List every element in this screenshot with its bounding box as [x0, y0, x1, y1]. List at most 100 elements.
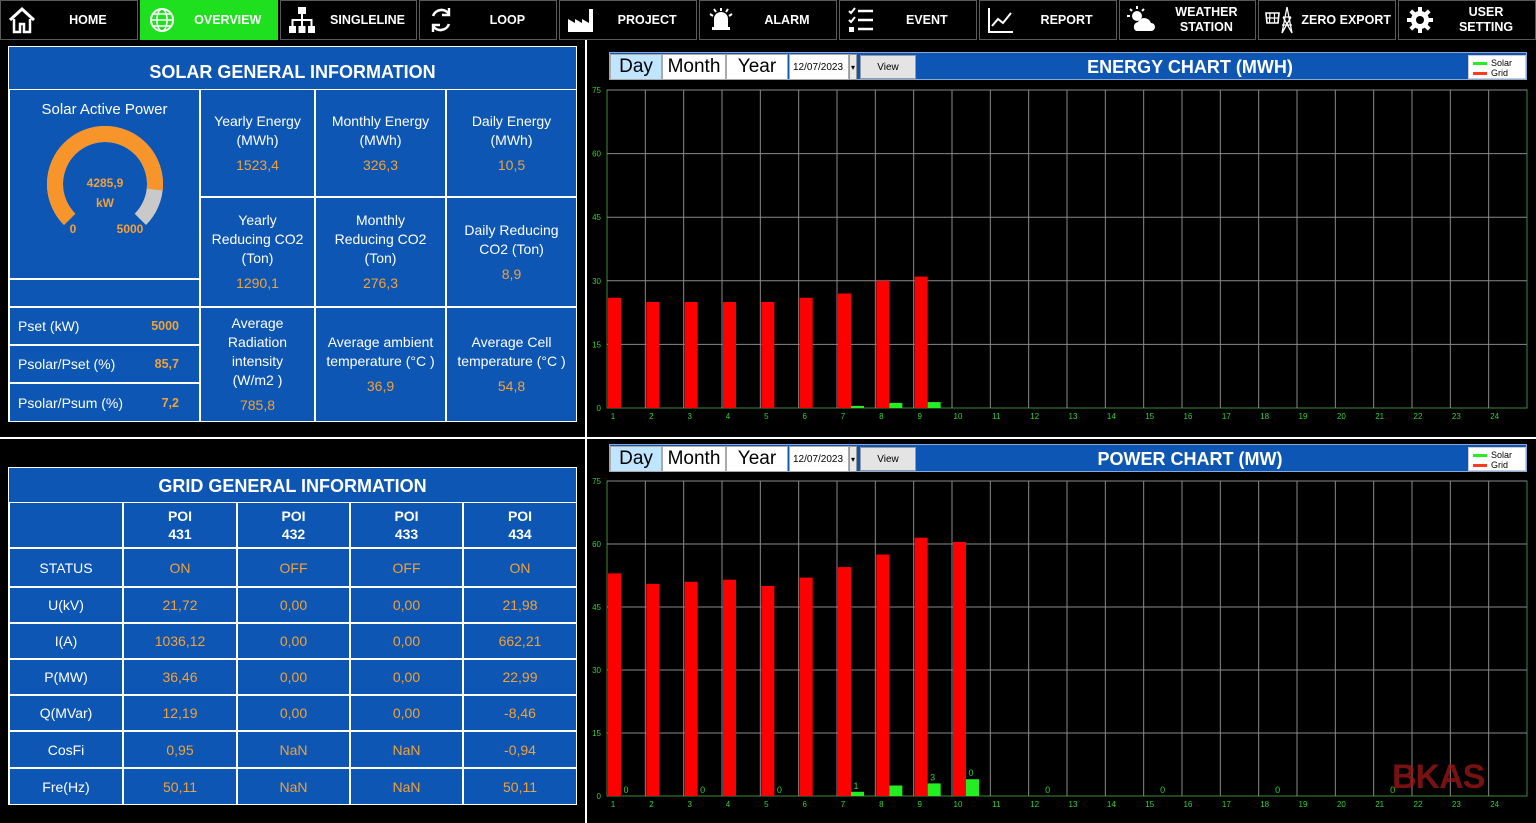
grid-value-cell: OFF — [237, 548, 350, 587]
solar-stat-value: 54,8 — [497, 378, 526, 394]
x-tick-label: 11 — [992, 412, 1001, 421]
power-tab-year[interactable]: Year — [726, 446, 788, 472]
solar-stat-label: Average ambient temperature (°C ) — [326, 334, 435, 369]
energy-chart-header: Day Month Year 12/07/2023 ▾ View ENERGY … — [609, 52, 1527, 80]
bar-grid — [761, 302, 775, 408]
energy-chart-title: ENERGY CHART (MWH) — [1087, 56, 1293, 77]
x-tick-label: 6 — [802, 412, 807, 421]
solar-ratio-value: 5000 — [151, 319, 179, 333]
power-tab-month[interactable]: Month — [662, 446, 726, 472]
power-chart-title: POWER CHART (MW) — [1097, 448, 1283, 469]
gauge-min: 0 — [69, 222, 76, 236]
power-date-input[interactable]: 12/07/2023 — [789, 446, 849, 472]
bar-value-label: 0 — [1045, 785, 1050, 795]
grid-value-cell: 0,00 — [350, 659, 463, 695]
active-power-gauge-cell: Solar Active Power 4285,9 kW 0 5000 — [9, 89, 200, 279]
line-chart-icon — [980, 0, 1022, 40]
solar-stat-label: Yearly Energy (MWh) — [214, 112, 301, 148]
solar-stat-value: 36,9 — [366, 378, 395, 394]
x-tick-label: 21 — [1375, 800, 1384, 809]
y-tick-label: 30 — [592, 277, 601, 286]
solar-stat-value: 8,9 — [501, 265, 522, 282]
grid-value-cell: -8,46 — [463, 695, 577, 731]
grid-value-cell: 21,72 — [123, 587, 237, 623]
x-tick-label: 17 — [1222, 800, 1231, 809]
solar-stat-label: Daily Reducing CO2 (Ton) — [464, 221, 559, 257]
grid-row-label: P(MW) — [9, 659, 123, 695]
bar-grid — [646, 583, 660, 796]
bar-solar — [889, 402, 903, 408]
x-tick-label: 7 — [841, 412, 846, 421]
gauge-value: 4285,9 — [86, 176, 123, 190]
energy-date-input[interactable]: 12/07/2023 — [789, 54, 849, 80]
watermark-logo: BKAS — [1392, 758, 1485, 796]
bar-grid — [608, 573, 621, 796]
nav-project-button[interactable]: PROJECT — [559, 0, 698, 40]
solar-stat-value: 785,8 — [239, 397, 276, 413]
active-power-label: Solar Active Power — [41, 101, 168, 118]
energy-plot-area: 015304560751 2 3 4 5 6 7 8 9 10 11 12 13 14 15 16 17 18 19… — [592, 86, 1528, 421]
x-tick-label: 1 — [611, 412, 616, 421]
bar-grid — [684, 581, 698, 796]
gauge-max: 5000 — [116, 222, 143, 236]
grid-row-label: Q(MVar) — [9, 695, 123, 731]
poi-number: 431 — [168, 526, 192, 542]
nav-user-setting-button[interactable]: USER SETTING — [1398, 0, 1536, 40]
x-tick-label: 20 — [1337, 800, 1346, 809]
grid-info-panel: GRID GENERAL INFORMATION POI 431 POI 432 POI… — [8, 467, 577, 805]
nav-zero-export-button[interactable]: ZERO EXPORT — [1258, 0, 1397, 40]
solar-ratio-label: Psolar/Psum (%) — [18, 394, 124, 411]
grid-value-cell: 0,00 — [350, 623, 463, 659]
x-tick-label: 19 — [1299, 800, 1308, 809]
energy-view-button[interactable]: View — [860, 55, 916, 79]
bar-solar — [966, 779, 979, 796]
chevron-down-icon[interactable]: ▾ — [849, 54, 857, 80]
poi-name: POI — [507, 508, 533, 524]
nav-singleline-button[interactable]: SINGLELINE — [279, 0, 418, 40]
x-tick-label: 11 — [992, 800, 1001, 809]
energy-tab-day[interactable]: Day — [610, 54, 662, 80]
grid-row-label: I(A) — [9, 623, 123, 659]
nav-alarm-button[interactable]: ALARM — [699, 0, 837, 40]
grid-value-cell: 0,00 — [237, 587, 350, 623]
solar-ratio-row: Psolar/Psum (%) 7,2 — [9, 383, 200, 422]
solar-ratio-label: Psolar/Pset (%) — [18, 356, 116, 372]
y-tick-label: 60 — [592, 150, 601, 159]
x-tick-label: 8 — [879, 412, 884, 421]
legend-grid-label: Grid — [1491, 460, 1509, 470]
bar-grid — [876, 280, 890, 408]
nav-home-button[interactable]: HOME — [0, 0, 138, 40]
energy-tab-year[interactable]: Year — [726, 54, 788, 80]
nav-report-button[interactable]: REPORT — [978, 0, 1117, 40]
grid-value-cell: 0,00 — [237, 623, 350, 659]
bar-value-label: 0 — [777, 785, 782, 795]
nav-weather-station-button[interactable]: WEATHER STATION — [1118, 0, 1257, 40]
nav-label: USER SETTING — [1458, 5, 1514, 34]
x-tick-label: 5 — [764, 800, 769, 809]
nav-event-button[interactable]: EVENT — [838, 0, 977, 40]
grid-value-cell: NaN — [237, 731, 350, 768]
chevron-down-icon[interactable]: ▾ — [849, 446, 857, 472]
solar-stat-value: 326,3 — [362, 156, 399, 173]
x-tick-label: 8 — [879, 800, 884, 809]
power-tab-day[interactable]: Day — [610, 446, 662, 472]
bar-solar — [851, 791, 864, 796]
grid-row-label: U(kV) — [9, 587, 123, 623]
x-tick-label: 20 — [1337, 412, 1346, 421]
nav-loop-button[interactable]: LOOP — [419, 0, 558, 40]
poi-name: POI — [394, 508, 419, 524]
y-tick-label: 75 — [592, 478, 601, 486]
nav-overview-button[interactable]: OVERVIEW — [139, 0, 278, 40]
power-view-button[interactable]: View — [860, 447, 916, 471]
x-tick-label: 3 — [687, 412, 692, 421]
grid-value-cell: 21,98 — [463, 587, 577, 623]
solar-stat-cell: Yearly Reducing CO2 (Ton) 1290,1 — [200, 197, 315, 307]
energy-tab-month[interactable]: Month — [662, 54, 726, 80]
bar-value-label: 0 — [968, 768, 973, 778]
grid-value-cell: 0,00 — [237, 695, 350, 731]
solar-stat-cell: Average Radiation intensity (W/m2 ) 785,8 — [200, 307, 315, 422]
x-tick-label: 16 — [1184, 800, 1193, 809]
grid-column-header: POI 432 — [237, 502, 350, 548]
poi-name: POI — [167, 508, 193, 524]
energy-chart: Day Month Year 12/07/2023 ▾ View ENERGY … — [587, 52, 1536, 437]
